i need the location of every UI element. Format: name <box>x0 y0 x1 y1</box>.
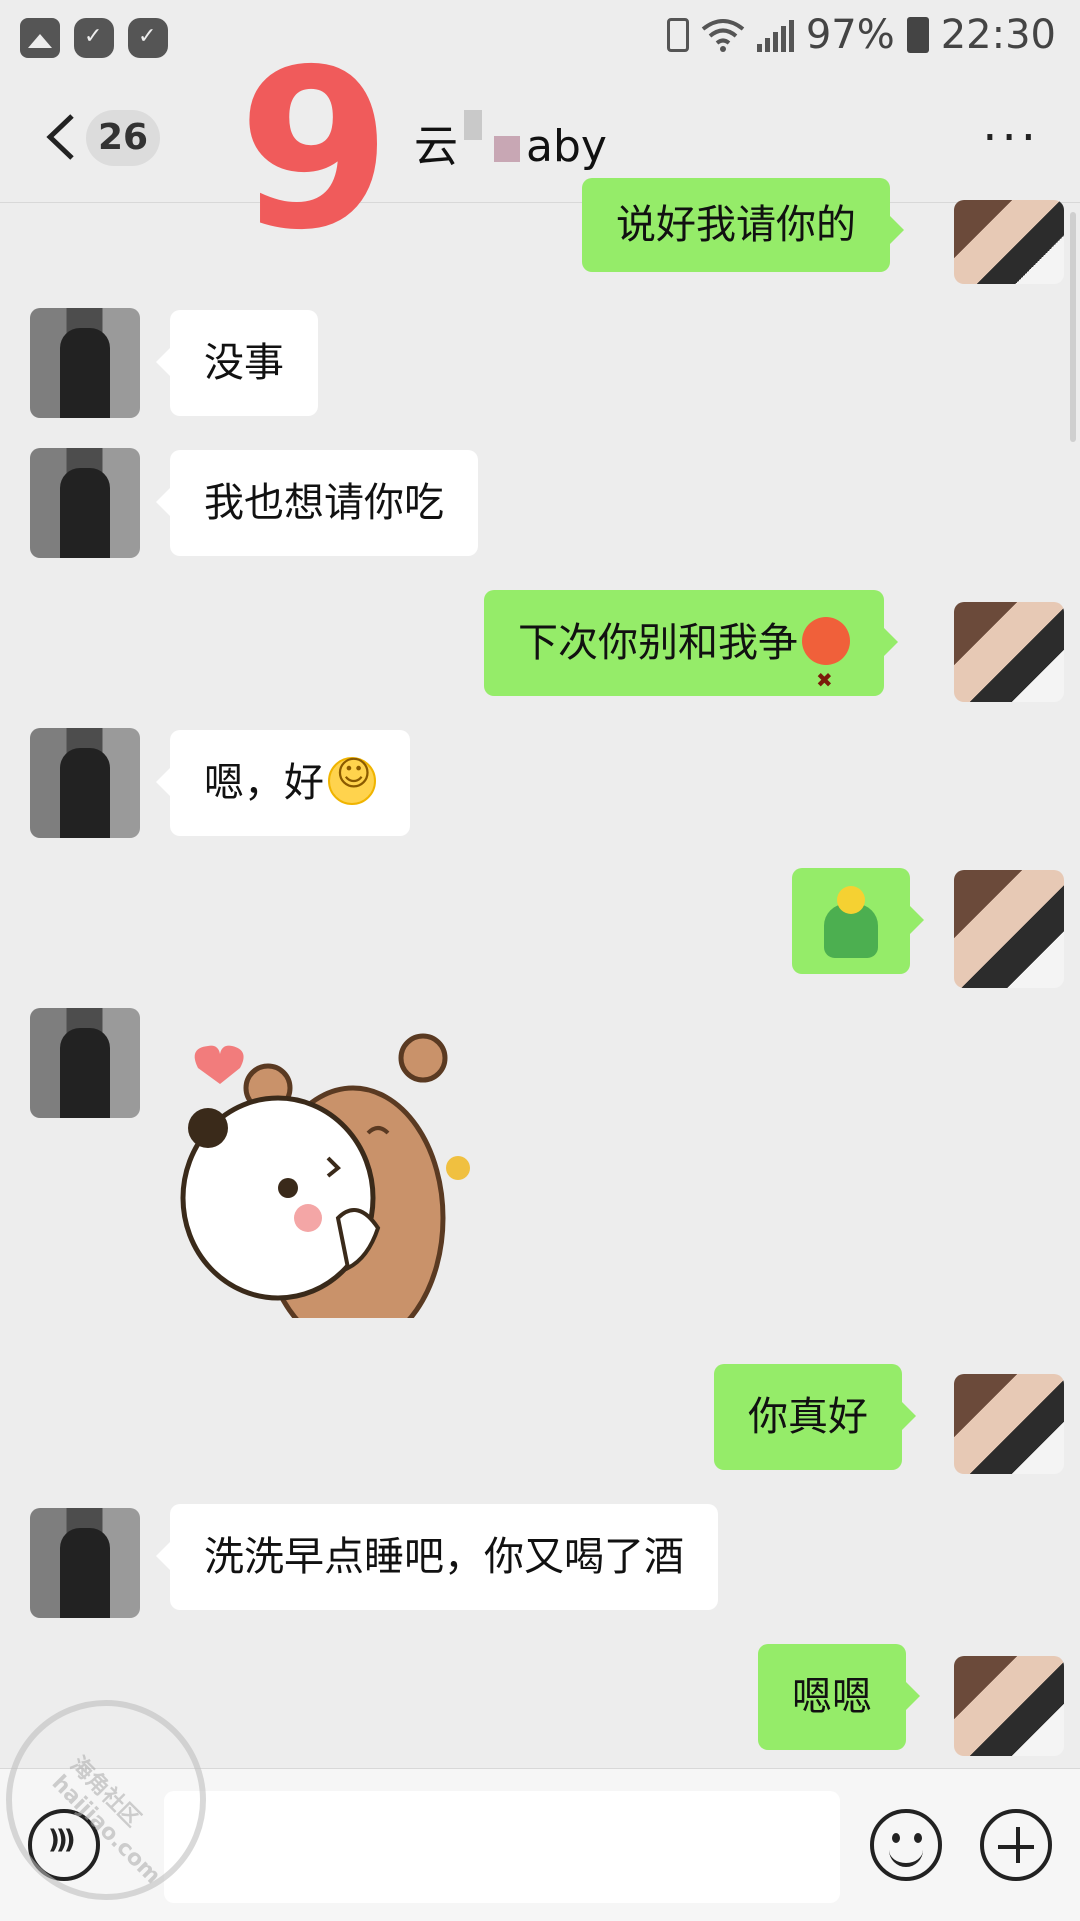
battery-saver-icon <box>666 18 689 52</box>
message-text: 你真好 <box>748 1394 868 1440</box>
smile-emoji-icon <box>328 757 376 805</box>
censor-block <box>494 136 520 162</box>
my-avatar[interactable] <box>954 1656 1064 1756</box>
my-avatar[interactable] <box>954 870 1064 988</box>
wifi-icon <box>701 19 745 52</box>
input-bar <box>0 1768 1080 1921</box>
unread-count-badge[interactable]: 26 <box>86 110 160 166</box>
message-text: 没事 <box>204 340 284 386</box>
battery-icon <box>906 17 929 53</box>
plus-icon[interactable] <box>980 1809 1052 1881</box>
signal-icon <box>756 18 794 52</box>
system-indicators: 97% 22:30 <box>666 12 1056 58</box>
message-text: 下次你别和我争 <box>518 620 798 666</box>
contact-avatar[interactable] <box>30 1508 140 1618</box>
status-bar: 97% 22:30 <box>0 0 1080 80</box>
message-bubble-outgoing[interactable]: 你真好 <box>714 1364 916 1470</box>
angry-emoji-icon <box>802 617 850 733</box>
more-icon[interactable]: ··· <box>982 114 1040 162</box>
censor-block <box>464 110 482 140</box>
bear-hug-sticker[interactable] <box>178 1018 478 1332</box>
message-text: 洗洗早点睡吧，你又喝了酒 <box>204 1534 684 1580</box>
scrollbar[interactable] <box>1070 212 1076 442</box>
message-bubble-outgoing[interactable]: 嗯嗯 <box>758 1644 920 1750</box>
figure-emoji-icon <box>824 886 878 958</box>
chat-title: 云 aby <box>414 110 607 174</box>
image-icon <box>20 18 60 58</box>
message-text: 我也想请你吃 <box>204 480 444 526</box>
message-text: 嗯嗯 <box>792 1674 872 1720</box>
chat-header: 26 9 云 aby ··· <box>0 40 1080 260</box>
notification-icons <box>20 18 168 58</box>
my-avatar[interactable] <box>954 200 1064 284</box>
message-text: 说好我请你的 <box>616 202 856 248</box>
my-avatar[interactable] <box>954 602 1064 702</box>
message-bubble-incoming[interactable]: 洗洗早点睡吧，你又喝了酒 <box>156 1504 718 1610</box>
back-arrow-icon[interactable] <box>42 112 82 162</box>
message-bubble-incoming[interactable]: 嗯，好 <box>156 730 410 836</box>
voice-icon[interactable] <box>28 1809 100 1881</box>
message-text: 嗯，好 <box>204 760 324 806</box>
wechat-check-icon <box>74 18 114 58</box>
contact-avatar[interactable] <box>30 1008 140 1118</box>
chat-title-prefix: 云 <box>414 121 458 172</box>
message-bubble-incoming[interactable]: 没事 <box>156 310 318 416</box>
wechat-check-icon <box>128 18 168 58</box>
my-avatar[interactable] <box>954 1374 1064 1474</box>
emoji-icon[interactable] <box>870 1809 942 1881</box>
message-bubble-outgoing[interactable] <box>792 868 924 974</box>
contact-avatar[interactable] <box>30 448 140 558</box>
contact-avatar[interactable] <box>30 308 140 418</box>
chat-title-suffix: aby <box>526 121 607 172</box>
overlay-number: 9 <box>238 22 392 278</box>
clock: 22:30 <box>940 12 1056 58</box>
battery-percent: 97% <box>805 12 895 58</box>
message-bubble-outgoing[interactable]: 说好我请你的 <box>582 178 904 272</box>
message-input[interactable] <box>164 1791 840 1903</box>
message-bubble-outgoing[interactable]: 下次你别和我争 <box>484 590 898 733</box>
contact-avatar[interactable] <box>30 728 140 838</box>
message-bubble-incoming[interactable]: 我也想请你吃 <box>156 450 478 556</box>
